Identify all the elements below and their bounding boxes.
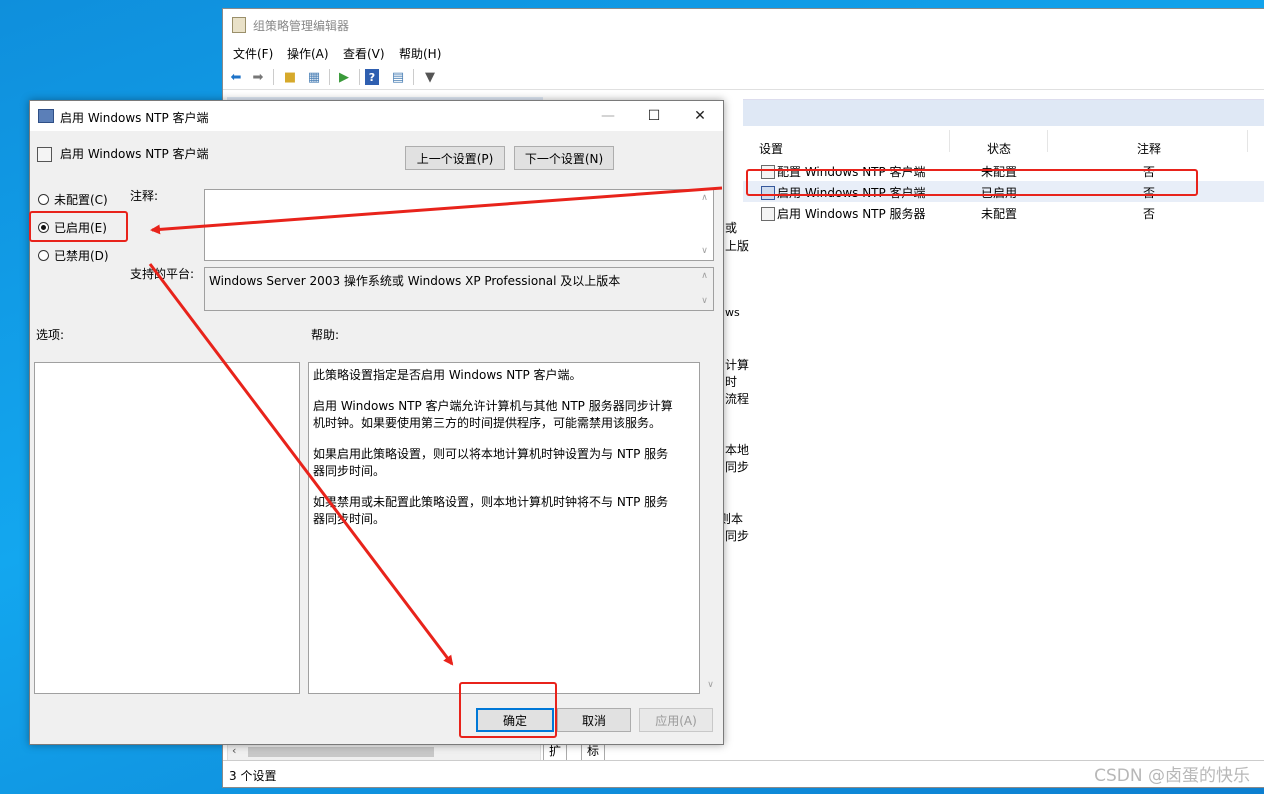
watermark: CSDN @卤蛋的快乐 (1094, 766, 1250, 786)
arrow-to-enabled (150, 186, 723, 235)
annotation-arrows (148, 186, 723, 666)
arrow-to-ok (148, 263, 454, 666)
